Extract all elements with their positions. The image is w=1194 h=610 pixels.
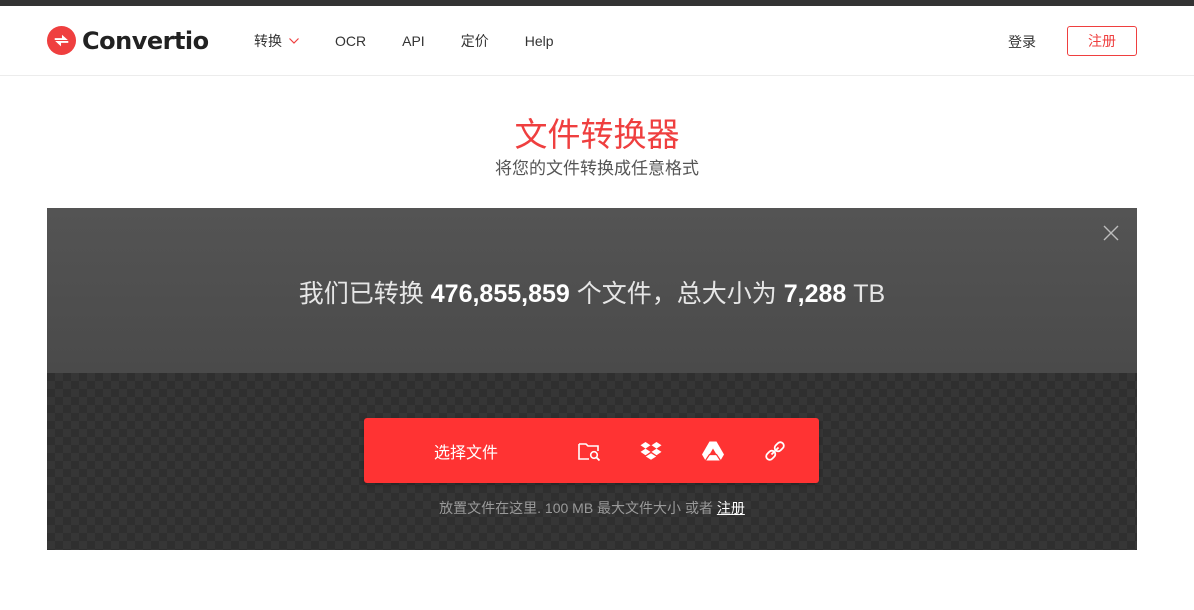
page-subtitle: 将您的文件转换成任意格式 (495, 159, 699, 178)
nav-item-convert[interactable]: 转换 (254, 31, 299, 51)
files-unit: 个文件，总大小为 (576, 280, 777, 308)
stats-prefix: 我们已转换 (298, 280, 424, 308)
hint-signup-link[interactable]: 注册 (717, 500, 745, 516)
dropbox-icon[interactable] (639, 439, 663, 463)
size-unit: TB (853, 280, 886, 308)
drop-hint: 放置文件在这里. 100 MB 最大文件大小 或者 注册 (47, 498, 1137, 518)
chevron-down-icon (289, 38, 299, 44)
site-header: Convertio 转换 OCR API 定价 Help 登录 注册 (0, 6, 1194, 76)
drop-hint-text: 放置文件在这里. 100 MB 最大文件大小 或者 (439, 500, 713, 516)
logo[interactable]: Convertio (46, 25, 209, 56)
nav-item-help[interactable]: Help (525, 33, 554, 49)
convertio-logo-icon (46, 25, 77, 56)
page-title: 文件转换器 (514, 116, 680, 153)
nav-item-pricing[interactable]: 定价 (461, 31, 489, 51)
choose-files-button[interactable]: 选择文件 (364, 418, 568, 483)
signup-button[interactable]: 注册 (1067, 26, 1137, 56)
nav-item-label: 转换 (254, 33, 282, 49)
conversion-stats: 我们已转换 476,855,859 个文件，总大小为 7,288 TB (47, 274, 1137, 310)
files-count: 476,855,859 (430, 280, 570, 308)
nav-item-ocr[interactable]: OCR (335, 33, 366, 49)
main-nav: 转换 OCR API 定价 Help (254, 31, 554, 51)
link-icon[interactable] (763, 439, 787, 463)
upload-panel: 我们已转换 476,855,859 个文件，总大小为 7,288 TB 选择文件 (47, 208, 1137, 550)
logo-text: Convertio (82, 26, 209, 55)
total-size: 7,288 (783, 280, 847, 308)
folder-search-icon[interactable] (577, 439, 601, 463)
upload-bar: 选择文件 (364, 418, 819, 483)
login-link[interactable]: 登录 (1008, 32, 1036, 52)
google-drive-icon[interactable] (701, 439, 725, 463)
nav-item-api[interactable]: API (402, 33, 425, 49)
close-icon[interactable] (1103, 225, 1119, 241)
